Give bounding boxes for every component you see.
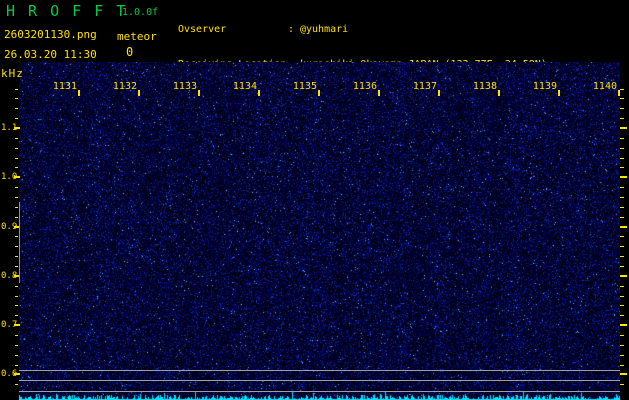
- app-version: 1.0.0f: [122, 7, 159, 18]
- station-label: Ovserver: [178, 24, 227, 35]
- time-tick-label: 1134: [232, 81, 257, 92]
- freq-minor-tick-left: [15, 108, 18, 109]
- freq-tick-label: 0.9: [1, 222, 18, 232]
- time-tick: [498, 90, 500, 96]
- time-tick-label: 1136: [352, 81, 377, 92]
- time-tick: [258, 90, 260, 96]
- time-tick: [438, 90, 440, 96]
- time-tick-label: 1132: [112, 81, 137, 92]
- freq-minor-tick-left: [15, 167, 18, 168]
- freq-minor-tick-right: [620, 138, 624, 139]
- spectrogram-canvas: [19, 62, 620, 400]
- freq-minor-tick-left: [15, 118, 18, 119]
- observation-datetime: 26.03.20 11:30: [4, 48, 97, 61]
- time-tick: [378, 90, 380, 96]
- freq-minor-tick-right: [620, 197, 624, 198]
- freq-minor-tick-left: [15, 89, 18, 90]
- time-tick: [318, 90, 320, 96]
- freq-minor-tick-right: [620, 365, 624, 366]
- freq-minor-tick-right: [620, 118, 624, 119]
- freq-minor-tick-right: [620, 246, 624, 247]
- freq-minor-tick-left: [15, 315, 18, 316]
- freq-minor-tick-left: [15, 384, 18, 385]
- time-tick-label: 1138: [472, 81, 497, 92]
- freq-minor-tick-right: [620, 89, 624, 90]
- meteor-count-label: meteor: [117, 30, 157, 43]
- station-row-observer: Ovserver : @yuhmari: [178, 23, 547, 36]
- freq-major-tick-right: [620, 127, 627, 129]
- freq-minor-tick-left: [15, 246, 18, 247]
- freq-minor-tick-right: [620, 355, 624, 356]
- freq-minor-tick-left: [15, 217, 18, 218]
- carrier-line: [19, 380, 620, 381]
- freq-tick-label: 1.1: [1, 123, 18, 133]
- freq-minor-tick-left: [15, 207, 18, 208]
- freq-minor-tick-right: [620, 315, 624, 316]
- freq-minor-tick-right: [620, 296, 624, 297]
- freq-minor-tick-right: [620, 148, 624, 149]
- freq-minor-tick-left: [15, 138, 18, 139]
- colon-separator: :: [288, 24, 295, 35]
- meteor-count-value: 0: [126, 45, 134, 59]
- frequency-axis-unit: kHz: [1, 67, 24, 80]
- hrofft-screen: H R O F F T 1.0.0f 2603201130.png meteor…: [0, 0, 629, 400]
- freq-major-tick-right: [620, 226, 627, 228]
- time-tick-label: 1135: [292, 81, 317, 92]
- freq-minor-tick-right: [620, 345, 624, 346]
- freq-minor-tick-left: [15, 305, 18, 306]
- freq-minor-tick-right: [620, 256, 624, 257]
- time-tick: [78, 90, 80, 96]
- freq-minor-tick-right: [620, 187, 624, 188]
- freq-minor-tick-left: [15, 187, 18, 188]
- freq-minor-tick-right: [620, 384, 624, 385]
- freq-minor-tick-left: [15, 335, 18, 336]
- freq-major-tick-right: [620, 324, 627, 326]
- freq-tick-label: 0.7: [1, 320, 18, 330]
- station-value: @yuhmari: [300, 24, 349, 35]
- left-edge-marker-line: [19, 202, 20, 283]
- time-tick: [138, 90, 140, 96]
- freq-minor-tick-left: [15, 365, 18, 366]
- freq-minor-tick-left: [15, 256, 18, 257]
- freq-minor-tick-right: [620, 305, 624, 306]
- freq-tick-label: 0.6: [1, 369, 18, 379]
- time-tick: [618, 90, 620, 96]
- freq-tick-label: 0.8: [1, 271, 18, 281]
- time-tick: [198, 90, 200, 96]
- freq-minor-tick-right: [620, 286, 624, 287]
- freq-minor-tick-left: [15, 158, 18, 159]
- time-tick: [558, 90, 560, 96]
- freq-minor-tick-left: [15, 296, 18, 297]
- freq-minor-tick-left: [15, 355, 18, 356]
- freq-minor-tick-right: [620, 236, 624, 237]
- freq-minor-tick-right: [620, 217, 624, 218]
- freq-major-tick-right: [620, 275, 627, 277]
- freq-minor-tick-left: [15, 236, 18, 237]
- app-title: H R O F F T: [6, 2, 128, 20]
- carrier-line: [19, 391, 620, 392]
- time-tick-label: 1137: [412, 81, 437, 92]
- freq-minor-tick-left: [15, 98, 18, 99]
- freq-minor-tick-left: [15, 197, 18, 198]
- freq-minor-tick-left: [15, 266, 18, 267]
- carrier-line: [19, 370, 620, 371]
- freq-minor-tick-left: [15, 148, 18, 149]
- freq-minor-tick-right: [620, 335, 624, 336]
- freq-minor-tick-right: [620, 98, 624, 99]
- freq-minor-tick-right: [620, 167, 624, 168]
- time-tick-label: 1131: [52, 81, 77, 92]
- output-filename: 2603201130.png: [4, 28, 97, 41]
- freq-minor-tick-right: [620, 108, 624, 109]
- freq-minor-tick-left: [15, 345, 18, 346]
- freq-tick-label: 1.0: [1, 172, 18, 182]
- freq-minor-tick-left: [15, 286, 18, 287]
- freq-major-tick-right: [620, 176, 627, 178]
- time-tick-label: 1140: [592, 81, 617, 92]
- freq-minor-tick-right: [620, 266, 624, 267]
- freq-minor-tick-right: [620, 207, 624, 208]
- time-tick-label: 1133: [172, 81, 197, 92]
- freq-minor-tick-right: [620, 158, 624, 159]
- time-tick-label: 1139: [532, 81, 557, 92]
- freq-major-tick-right: [620, 373, 627, 375]
